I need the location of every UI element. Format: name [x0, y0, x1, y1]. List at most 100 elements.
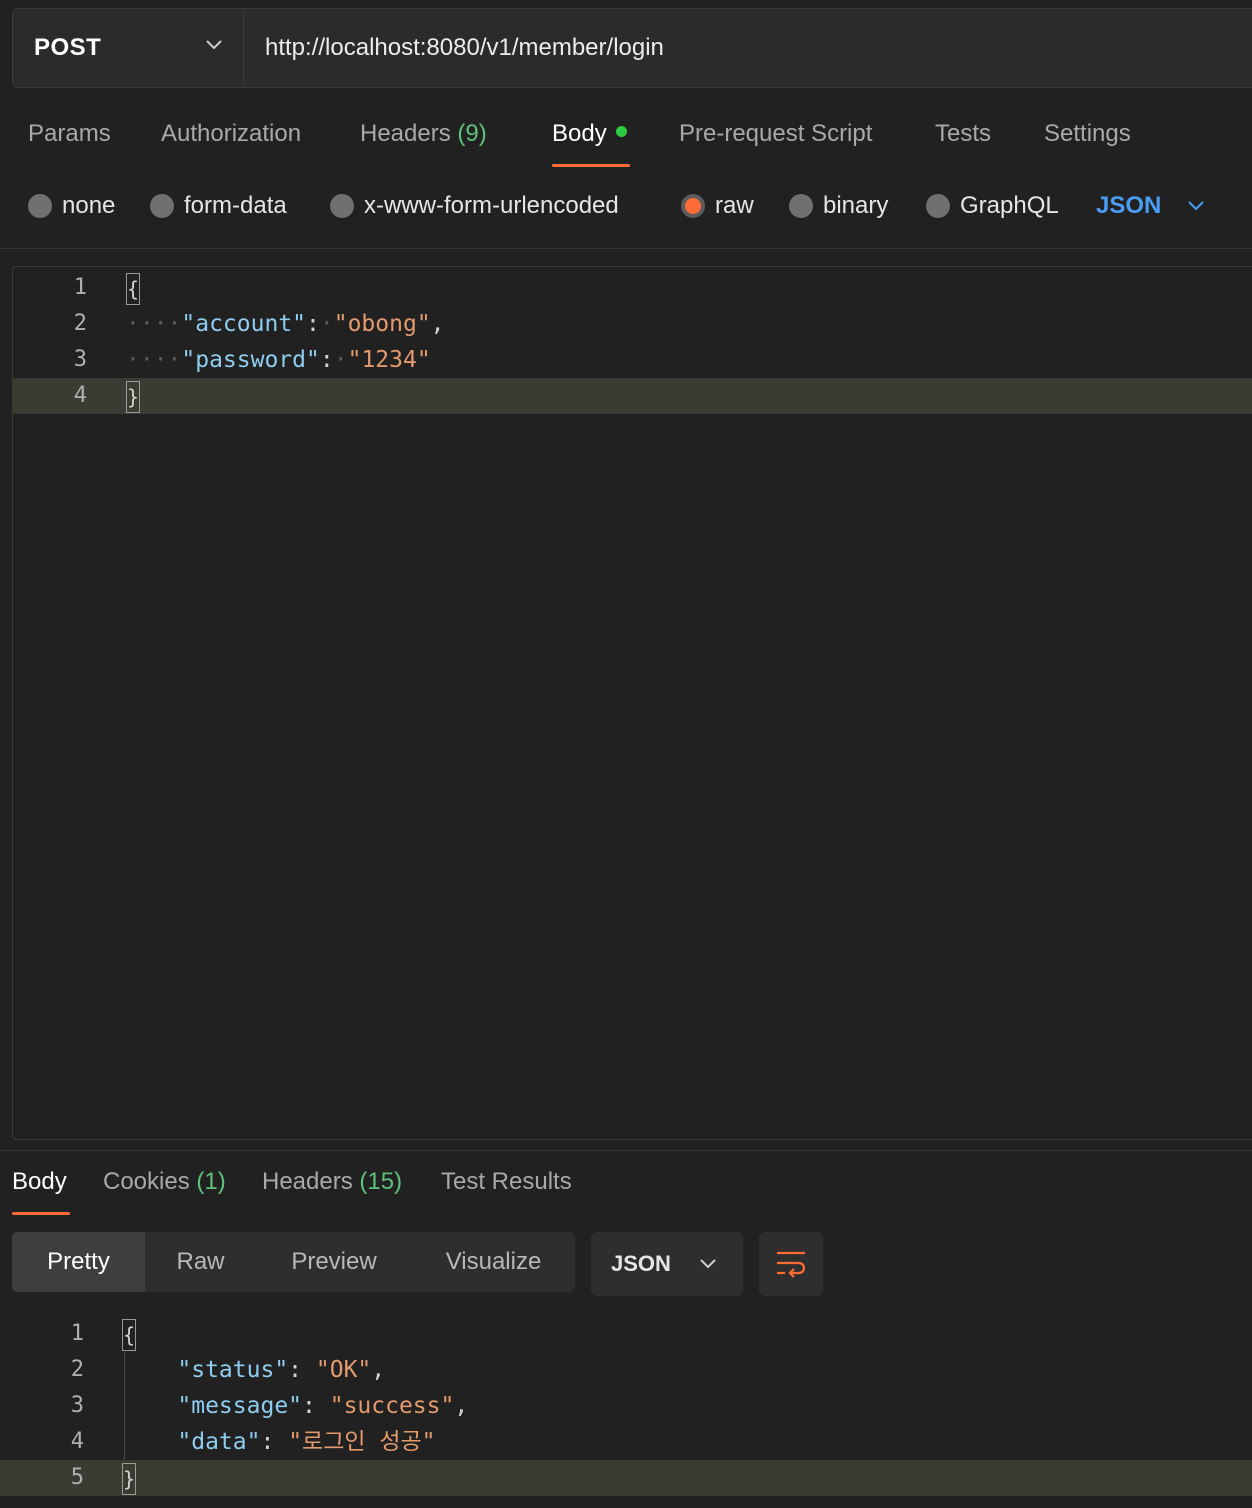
code-line-current: 5 }	[0, 1460, 1252, 1496]
tab-response-body[interactable]: Body	[12, 1168, 67, 1196]
request-tabs: Params Authorization Headers (9) Body Pr…	[0, 110, 1252, 170]
raw-language-select[interactable]: JSON	[1096, 192, 1205, 220]
code-line: 2 "status": "OK",	[0, 1352, 1252, 1388]
view-preview-button[interactable]: Preview	[256, 1232, 412, 1292]
radio-graphql[interactable]: GraphQL	[926, 192, 1059, 220]
line-number: 5	[70, 1465, 84, 1490]
line-number: 2	[73, 311, 87, 336]
code-line: 3 ····"password":·"1234"	[13, 342, 1252, 378]
open-brace: {	[126, 272, 140, 305]
line-number: 3	[70, 1393, 84, 1418]
format-label: JSON	[611, 1251, 671, 1276]
view-pretty-button[interactable]: Pretty	[12, 1232, 145, 1292]
radio-circle	[28, 194, 52, 218]
tab-prerequest-script[interactable]: Pre-request Script	[679, 120, 872, 148]
tab-label: Test Results	[441, 1168, 572, 1195]
tab-label: Body	[552, 120, 607, 147]
code-line: 2 ····"account":·"obong",	[13, 306, 1252, 342]
code-text: "message": "success",	[177, 1393, 469, 1419]
code-text: ····"account":·"obong",	[126, 311, 445, 337]
line-number: 3	[73, 347, 87, 372]
tab-label: Authorization	[161, 120, 302, 147]
radio-binary[interactable]: binary	[789, 192, 888, 220]
json-key: "password"	[181, 347, 320, 373]
request-body-editor[interactable]: 1 { 2 ····"account":·"obong", 3 ····"pas…	[12, 266, 1252, 1140]
tab-settings[interactable]: Settings	[1044, 120, 1131, 148]
code-line: 1 {	[0, 1316, 1252, 1352]
url-input[interactable]: http://localhost:8080/v1/member/login	[244, 9, 1252, 87]
wrap-lines-button[interactable]	[759, 1232, 823, 1296]
response-view-toggle: Pretty Raw Preview Visualize	[12, 1232, 575, 1292]
view-visualize-button[interactable]: Visualize	[412, 1232, 575, 1292]
line-number: 1	[73, 275, 87, 300]
code-line: 3 "message": "success",	[0, 1388, 1252, 1424]
tab-tests[interactable]: Tests	[935, 120, 991, 148]
json-value: "success"	[329, 1393, 455, 1419]
line-number: 4	[70, 1429, 84, 1454]
active-tab-underline	[552, 164, 630, 167]
chevron-down-icon	[700, 1259, 716, 1269]
view-raw-button[interactable]: Raw	[145, 1232, 256, 1292]
wrap-lines-icon	[777, 1251, 806, 1278]
json-key: "account"	[181, 311, 307, 337]
close-brace: }	[122, 1462, 136, 1495]
tab-authorization[interactable]: Authorization	[161, 120, 301, 148]
tab-label: Headers	[360, 120, 451, 147]
radio-circle	[150, 194, 174, 218]
cookies-count: (1)	[196, 1168, 226, 1195]
radio-urlencoded[interactable]: x-www-form-urlencoded	[330, 192, 619, 220]
headers-count: (9)	[457, 120, 487, 147]
radio-label: GraphQL	[960, 192, 1059, 219]
radio-raw[interactable]: raw	[681, 192, 754, 220]
url-bar: POST http://localhost:8080/v1/member/log…	[12, 8, 1252, 88]
tab-response-headers[interactable]: Headers (15)	[262, 1168, 402, 1196]
code-line-current: 4 }	[13, 378, 1252, 414]
json-value: "1234"	[347, 347, 431, 373]
code-text: }	[126, 378, 140, 414]
modified-dot-icon	[615, 126, 627, 137]
json-value: "obong"	[333, 311, 431, 337]
code-text: {	[126, 270, 140, 306]
tab-label: Cookies	[103, 1168, 190, 1195]
url-text: http://localhost:8080/v1/member/login	[265, 34, 664, 61]
language-label: JSON	[1096, 192, 1162, 219]
code-text: "status": "OK",	[177, 1357, 386, 1383]
method-label: POST	[34, 34, 102, 61]
headers-count: (15)	[359, 1168, 403, 1195]
json-key: "data"	[177, 1429, 261, 1455]
line-number: 2	[70, 1357, 84, 1382]
radio-form-data[interactable]: form-data	[150, 192, 287, 220]
radio-none[interactable]: none	[28, 192, 115, 220]
method-select[interactable]: POST	[13, 9, 244, 87]
line-number: 1	[70, 1321, 84, 1346]
tab-params[interactable]: Params	[28, 120, 111, 148]
active-tab-underline	[12, 1212, 70, 1215]
tab-body[interactable]: Body	[552, 120, 627, 148]
json-value: "로그인 성공"	[288, 1429, 436, 1455]
code-text: }	[122, 1460, 136, 1496]
code-text: {	[122, 1316, 136, 1352]
line-number: 4	[73, 383, 87, 408]
radio-label: raw	[715, 192, 754, 219]
radio-circle	[330, 194, 354, 218]
json-value: "OK"	[315, 1357, 372, 1383]
chevron-down-icon	[206, 40, 222, 50]
response-tabs: Body Cookies (1) Headers (15) Test Resul…	[0, 1160, 1252, 1220]
code-text: ····"password":·"1234"	[126, 347, 431, 373]
code-line: 1 {	[13, 270, 1252, 306]
response-body-viewer: 1 { 2 "status": "OK", 3 "message": "succ…	[0, 1316, 1252, 1508]
response-format-select[interactable]: JSON	[591, 1232, 743, 1296]
tab-label: Tests	[935, 120, 992, 147]
radio-label: none	[62, 192, 116, 219]
close-brace: }	[126, 380, 140, 413]
tab-headers[interactable]: Headers (9)	[360, 120, 487, 148]
code-text: "data": "로그인 성공"	[177, 1429, 436, 1455]
tab-label: Params	[28, 120, 111, 147]
tab-label: Pre-request Script	[679, 120, 873, 147]
radio-label: form-data	[184, 192, 287, 219]
tab-test-results[interactable]: Test Results	[441, 1168, 572, 1196]
tab-cookies[interactable]: Cookies (1)	[103, 1168, 226, 1196]
tab-label: Headers	[262, 1168, 353, 1195]
radio-circle	[789, 194, 813, 218]
radio-circle-selected	[681, 194, 705, 218]
